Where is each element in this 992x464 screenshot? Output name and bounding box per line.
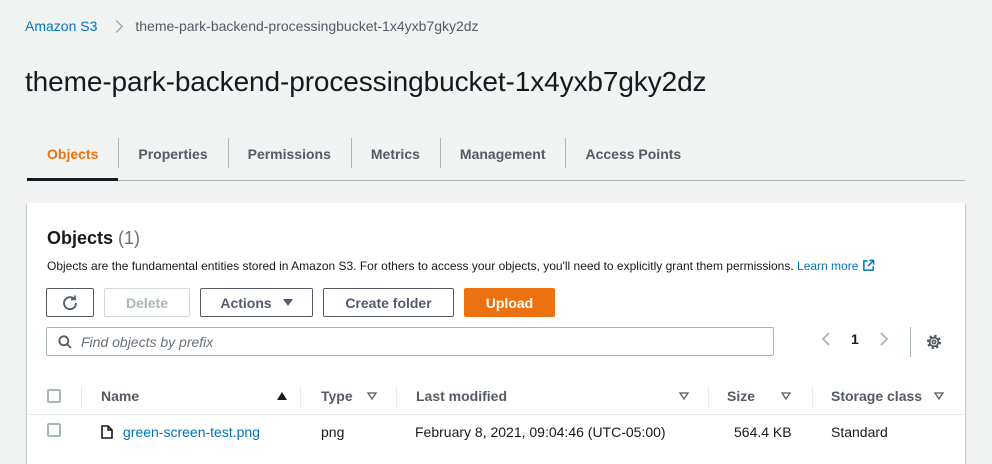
- search-input[interactable]: [81, 333, 741, 350]
- column-header-name[interactable]: Name: [101, 377, 287, 414]
- refresh-icon: [63, 295, 77, 310]
- breadcrumb: Amazon S3 theme-park-backend-processingb…: [25, 18, 479, 34]
- breadcrumb-current-bucket: theme-park-backend-processingbucket-1x4y…: [135, 18, 479, 34]
- object-type-cell: png: [321, 423, 345, 440]
- tab-metrics[interactable]: Metrics: [350, 128, 440, 180]
- column-size-label: Size: [727, 387, 756, 404]
- pagination: 1: [821, 327, 911, 357]
- row-checkbox[interactable]: [47, 423, 61, 437]
- column-divider: [812, 386, 813, 408]
- column-last-modified-label: Last modified: [416, 387, 508, 404]
- sort-icon: [934, 391, 944, 400]
- column-header-size[interactable]: Size: [727, 377, 791, 414]
- page-title: theme-park-backend-processingbucket-1x4y…: [25, 66, 707, 97]
- table-header: Name Type Last modified Size Storage cla…: [27, 377, 965, 415]
- object-size-cell: 564.4 KB: [734, 423, 792, 440]
- column-divider: [81, 386, 82, 408]
- objects-panel-title: Objects (1): [47, 228, 140, 249]
- external-link-icon: [863, 259, 875, 271]
- column-divider: [708, 386, 709, 408]
- tab-access-points[interactable]: Access Points: [565, 128, 701, 180]
- objects-count: (1): [118, 228, 141, 248]
- gear-icon[interactable]: [925, 333, 943, 351]
- tab-properties[interactable]: Properties: [118, 128, 227, 180]
- delete-button[interactable]: Delete: [104, 288, 190, 317]
- objects-description: Objects are the fundamental entities sto…: [47, 259, 875, 273]
- sort-icon: [781, 391, 791, 400]
- select-all-checkbox[interactable]: [47, 389, 61, 403]
- chevron-right-icon[interactable]: [879, 331, 889, 347]
- column-header-last-modified[interactable]: Last modified: [416, 377, 689, 414]
- column-name-label: Name: [101, 387, 140, 404]
- search-field[interactable]: [46, 327, 774, 356]
- search-icon: [58, 334, 72, 349]
- column-storage-class-label: Storage class: [831, 387, 923, 404]
- refresh-button[interactable]: [46, 288, 94, 317]
- sort-ascending-icon: [277, 391, 287, 400]
- objects-description-text: Objects are the fundamental entities sto…: [47, 259, 794, 273]
- chevron-left-icon[interactable]: [821, 331, 831, 347]
- current-page-number[interactable]: 1: [851, 331, 859, 347]
- create-folder-button[interactable]: Create folder: [323, 288, 454, 317]
- column-type-label: Type: [321, 387, 353, 404]
- file-icon: [101, 424, 113, 439]
- object-storage-class-cell: Standard: [831, 423, 888, 440]
- bucket-tabs: Objects Properties Permissions Metrics M…: [27, 128, 965, 181]
- table-row: green-screen-test.png png February 8, 20…: [27, 415, 965, 448]
- column-divider: [300, 386, 301, 408]
- tab-objects[interactable]: Objects: [27, 128, 119, 181]
- actions-label: Actions: [220, 294, 272, 311]
- sort-icon: [367, 391, 377, 400]
- sort-icon: [679, 391, 689, 400]
- column-header-type[interactable]: Type: [321, 377, 377, 414]
- object-name-link[interactable]: green-screen-test.png: [123, 424, 260, 440]
- learn-more-label: Learn more: [797, 259, 859, 273]
- pagination-divider: [910, 327, 911, 357]
- chevron-right-icon: [110, 19, 124, 33]
- breadcrumb-amazon-s3-link[interactable]: Amazon S3: [25, 18, 97, 34]
- upload-button[interactable]: Upload: [464, 288, 555, 317]
- column-header-storage-class[interactable]: Storage class: [831, 377, 944, 414]
- tab-management[interactable]: Management: [439, 128, 566, 180]
- objects-panel: Objects (1) Objects are the fundamental …: [27, 203, 965, 464]
- learn-more-link[interactable]: Learn more: [797, 259, 875, 273]
- objects-heading: Objects: [47, 228, 114, 248]
- actions-dropdown-button[interactable]: Actions: [200, 288, 313, 317]
- object-last-modified-cell: February 8, 2021, 09:04:46 (UTC-05:00): [415, 423, 666, 440]
- tab-permissions[interactable]: Permissions: [227, 128, 351, 180]
- caret-down-icon: [282, 299, 293, 306]
- column-divider: [396, 386, 397, 408]
- object-name-cell: green-screen-test.png: [101, 415, 260, 448]
